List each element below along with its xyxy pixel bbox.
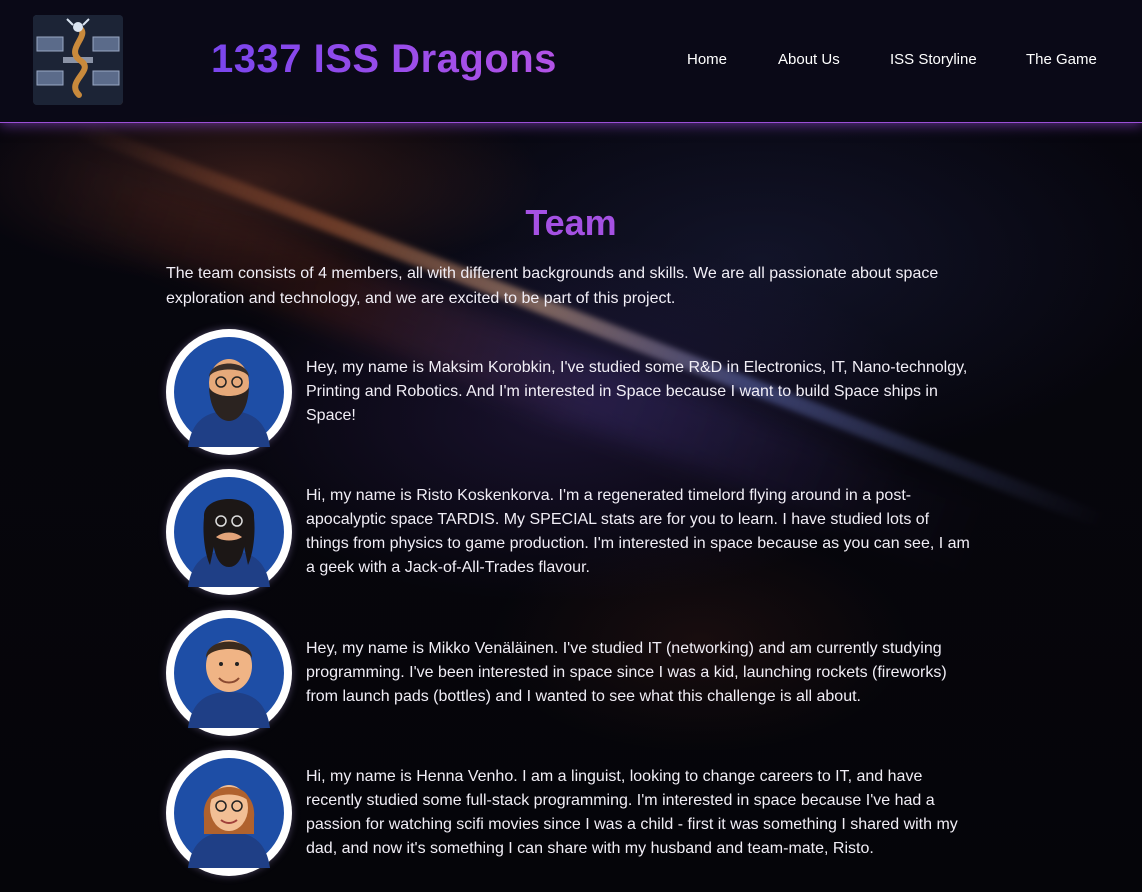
nav-home[interactable]: Home bbox=[687, 51, 727, 68]
nav-iss-storyline[interactable]: ISS Storyline bbox=[890, 51, 977, 68]
avatar bbox=[166, 750, 292, 876]
avatar bbox=[166, 329, 292, 455]
member-bio: Hey, my name is Mikko Venäläinen. I've s… bbox=[306, 640, 947, 705]
team-member: Hi, my name is Risto Koskenkorva. I'm a … bbox=[166, 469, 986, 595]
avatar bbox=[166, 610, 292, 736]
avatar bbox=[166, 469, 292, 595]
astronaut-portrait-icon bbox=[174, 337, 284, 447]
team-member: Hi, my name is Henna Venho. I am a lingu… bbox=[166, 750, 986, 876]
site-title: 1337 ISS Dragons bbox=[211, 37, 557, 81]
astronaut-portrait-icon bbox=[174, 477, 284, 587]
site-header: 1337 ISS Dragons Home About Us ISS Story… bbox=[0, 0, 1142, 123]
dragon-station-logo-icon bbox=[33, 15, 123, 105]
team-section: Team The team consists of 4 members, all… bbox=[0, 123, 1142, 892]
page-title: Team bbox=[525, 202, 617, 243]
member-bio: Hey, my name is Maksim Korobkin, I've st… bbox=[306, 359, 968, 424]
member-bio: Hi, my name is Henna Venho. I am a lingu… bbox=[306, 768, 958, 857]
astronaut-portrait-icon bbox=[174, 618, 284, 728]
nav-the-game[interactable]: The Game bbox=[1026, 51, 1097, 68]
member-bio: Hi, my name is Risto Koskenkorva. I'm a … bbox=[306, 487, 970, 576]
team-intro: The team consists of 4 members, all with… bbox=[166, 265, 939, 307]
team-member: Hey, my name is Mikko Venäläinen. I've s… bbox=[166, 610, 986, 736]
nav-about-us[interactable]: About Us bbox=[778, 51, 840, 68]
astronaut-portrait-icon bbox=[174, 758, 284, 868]
team-member: Hey, my name is Maksim Korobkin, I've st… bbox=[166, 329, 986, 455]
main-nav: Home About Us ISS Storyline The Game bbox=[622, 51, 1142, 71]
logo-link[interactable] bbox=[33, 15, 123, 105]
